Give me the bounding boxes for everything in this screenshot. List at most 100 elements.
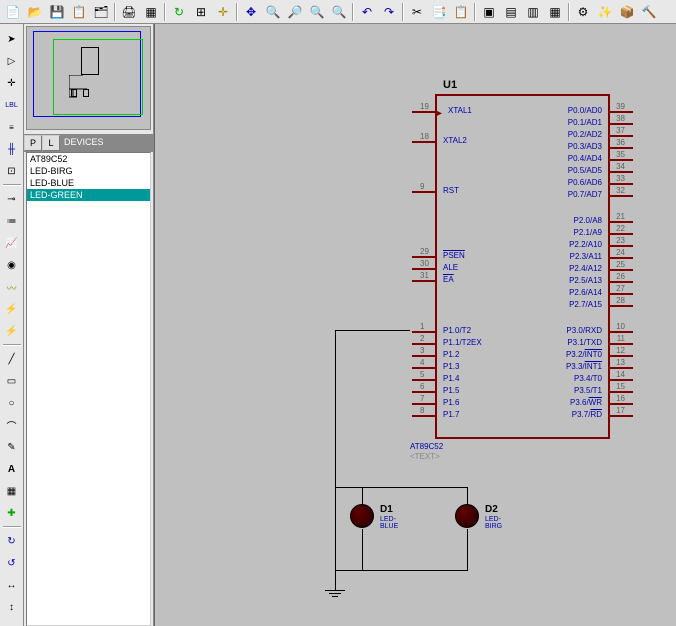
- import-region-icon[interactable]: 🗂: [91, 2, 111, 22]
- component-icon[interactable]: ▷: [2, 51, 22, 71]
- symbol-icon[interactable]: ▦: [2, 481, 22, 501]
- device-pin-icon[interactable]: ≔: [2, 211, 22, 231]
- mirror-y-icon[interactable]: ↕: [2, 597, 22, 617]
- pin-left[interactable]: 9RST: [412, 191, 437, 193]
- pin-left[interactable]: 2P1.1/T2EX: [412, 343, 437, 345]
- pin-right[interactable]: P2.6/A1427: [608, 293, 633, 295]
- wire[interactable]: [335, 487, 468, 488]
- device-item[interactable]: AT89C52: [27, 153, 150, 165]
- pin-left[interactable]: 30ALE: [412, 268, 437, 270]
- pin-left[interactable]: 6P1.5: [412, 391, 437, 393]
- device-item[interactable]: LED-GREEN: [27, 189, 150, 201]
- rotate-cw-icon[interactable]: ↻: [2, 531, 22, 551]
- arc-icon[interactable]: ⌒: [2, 415, 22, 435]
- pin-right[interactable]: P0.5/AD534: [608, 171, 633, 173]
- zoom-in-icon[interactable]: 🔍: [263, 2, 283, 22]
- pin-right[interactable]: P0.3/AD336: [608, 147, 633, 149]
- tape-icon[interactable]: ◉: [2, 255, 22, 275]
- block-rotate-icon[interactable]: ▥: [523, 2, 543, 22]
- block-delete-icon[interactable]: ▦: [545, 2, 565, 22]
- chip-name[interactable]: AT89C52: [410, 442, 443, 451]
- wire[interactable]: [335, 570, 468, 571]
- pin-right[interactable]: P3.6/WR16: [608, 403, 633, 405]
- led-name[interactable]: LED-BIRG: [485, 516, 502, 530]
- pin-right[interactable]: P3.7/RD17: [608, 415, 633, 417]
- box-icon[interactable]: ▭: [2, 371, 22, 391]
- print-icon[interactable]: 🖨: [119, 2, 139, 22]
- redraw-icon[interactable]: ↻: [169, 2, 189, 22]
- mirror-x-icon[interactable]: ↔: [2, 575, 22, 595]
- new-icon[interactable]: 📄: [3, 2, 23, 22]
- open-icon[interactable]: 📂: [25, 2, 45, 22]
- pin-right[interactable]: P3.1/TXD11: [608, 343, 633, 345]
- pin-right[interactable]: P2.2/A1023: [608, 245, 633, 247]
- pick-icon[interactable]: ⚙: [573, 2, 593, 22]
- save-icon[interactable]: 💾: [47, 2, 67, 22]
- pin-right[interactable]: P3.2/INT012: [608, 355, 633, 357]
- pin-right[interactable]: P0.6/AD633: [608, 183, 633, 185]
- pin-right[interactable]: P3.0/RXD10: [608, 331, 633, 333]
- line-icon[interactable]: ╱: [2, 349, 22, 369]
- pin-left[interactable]: 4P1.3: [412, 367, 437, 369]
- pin-left[interactable]: 19▸XTAL1: [412, 111, 437, 113]
- paste-icon[interactable]: 📋: [451, 2, 471, 22]
- pin-right[interactable]: P3.4/T014: [608, 379, 633, 381]
- library-button[interactable]: L: [42, 135, 60, 151]
- circle-icon[interactable]: ○: [2, 393, 22, 413]
- mark-output-icon[interactable]: ▦: [141, 2, 161, 22]
- redo-icon[interactable]: ↷: [379, 2, 399, 22]
- pin-right[interactable]: P0.1/AD138: [608, 123, 633, 125]
- led-ref[interactable]: D2: [485, 504, 498, 515]
- schematic-canvas[interactable]: U1 19▸XTAL118XTAL29RST29PSEN30ALE31EA1P1…: [154, 24, 676, 626]
- pin-right[interactable]: P2.7/A1528: [608, 305, 633, 307]
- pin-right[interactable]: P2.0/A821: [608, 221, 633, 223]
- make-icon[interactable]: ✨: [595, 2, 615, 22]
- chip-ref[interactable]: U1: [443, 79, 457, 91]
- zoom-out-icon[interactable]: 🔎: [285, 2, 305, 22]
- pin-left[interactable]: 1P1.0/T2: [412, 331, 437, 333]
- pin-right[interactable]: P0.0/AD039: [608, 111, 633, 113]
- undo-icon[interactable]: ↶: [357, 2, 377, 22]
- sub-circuit-icon[interactable]: ⊡: [2, 161, 22, 181]
- pin-right[interactable]: P2.4/A1225: [608, 269, 633, 271]
- import-section-icon[interactable]: 📋: [69, 2, 89, 22]
- led-ref[interactable]: D1: [380, 504, 393, 515]
- zoom-all-icon[interactable]: 🔍: [307, 2, 327, 22]
- led-component[interactable]: D2LED-BIRG: [455, 504, 479, 528]
- bus-icon[interactable]: ╫: [2, 139, 22, 159]
- device-item[interactable]: LED-BIRG: [27, 165, 150, 177]
- marker-icon[interactable]: ✚: [2, 503, 22, 523]
- wire[interactable]: [362, 529, 363, 571]
- led-name[interactable]: LED-BLUE: [380, 516, 398, 530]
- wire-label-icon[interactable]: LBL: [2, 95, 22, 115]
- rotate-ccw-icon[interactable]: ↺: [2, 553, 22, 573]
- pin-right[interactable]: P3.3/INT113: [608, 367, 633, 369]
- pin-left[interactable]: 8P1.7: [412, 415, 437, 417]
- probe-i-icon[interactable]: ⚡: [2, 321, 22, 341]
- pin-left[interactable]: 31EA: [412, 280, 437, 282]
- origin-icon[interactable]: ✛: [213, 2, 233, 22]
- package-icon[interactable]: 📦: [617, 2, 637, 22]
- pin-left[interactable]: 18XTAL2: [412, 141, 437, 143]
- decompose-icon[interactable]: 🔨: [639, 2, 659, 22]
- zoom-area-icon[interactable]: 🔍: [329, 2, 349, 22]
- path-icon[interactable]: ✎: [2, 437, 22, 457]
- pin-left[interactable]: 29PSEN: [412, 256, 437, 258]
- ground-symbol[interactable]: [325, 590, 345, 597]
- junction-icon[interactable]: ✛: [2, 73, 22, 93]
- graph-icon[interactable]: 📈: [2, 233, 22, 253]
- text-script-icon[interactable]: ≡: [2, 117, 22, 137]
- pin-right[interactable]: P0.7/AD732: [608, 195, 633, 197]
- chip-component[interactable]: 19▸XTAL118XTAL29RST29PSEN30ALE31EA1P1.0/…: [435, 94, 610, 439]
- generator-icon[interactable]: 〰: [2, 277, 22, 297]
- grid-icon[interactable]: ⊞: [191, 2, 211, 22]
- pin-right[interactable]: P2.1/A922: [608, 233, 633, 235]
- pin-right[interactable]: P3.5/T115: [608, 391, 633, 393]
- terminal-icon[interactable]: ⊸: [2, 189, 22, 209]
- wire[interactable]: [335, 570, 336, 590]
- text-icon[interactable]: A: [2, 459, 22, 479]
- overview-panel[interactable]: [26, 26, 151, 130]
- selection-icon[interactable]: ➤: [2, 29, 22, 49]
- pin-right[interactable]: P0.2/AD237: [608, 135, 633, 137]
- pin-right[interactable]: P2.3/A1124: [608, 257, 633, 259]
